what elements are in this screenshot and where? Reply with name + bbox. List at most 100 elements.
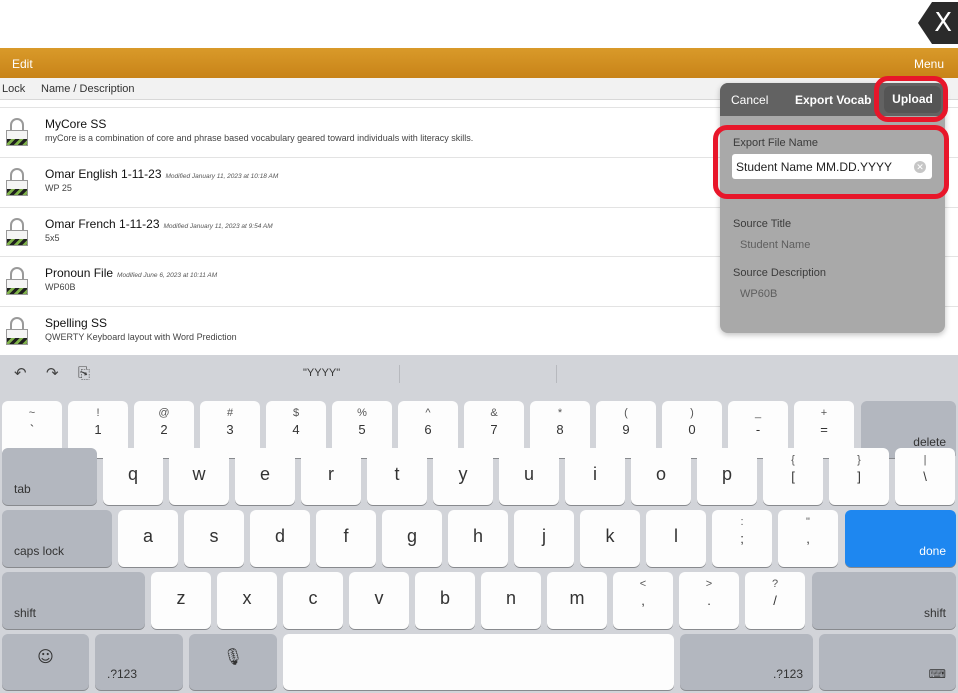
key-shift-label: ^: [425, 407, 431, 419]
key-symbol[interactable]: ? /: [745, 572, 805, 629]
key-v[interactable]: v: [349, 572, 409, 629]
key-label: h: [472, 526, 483, 546]
key-label: z: [176, 588, 186, 608]
numbers-key-right[interactable]: .?123: [680, 634, 813, 690]
key-z[interactable]: z: [151, 572, 211, 629]
key-i[interactable]: i: [565, 448, 625, 505]
item-description: myCore is a combination of core and phra…: [45, 133, 474, 143]
key-d[interactable]: d: [250, 510, 310, 567]
item-description: QWERTY Keyboard layout with Word Predict…: [45, 332, 237, 342]
key-b[interactable]: b: [415, 572, 475, 629]
on-screen-keyboard: ↶ ↷ ⎘ "YYYY" ~ `! 1 @2 #3 $4% 5 ^ 6 & 7 * 8 (9) 0 _ - + = d…: [0, 355, 958, 693]
tab-label: tab: [14, 482, 31, 496]
dictation-key[interactable]: 🎙: [189, 634, 277, 690]
key-label: ,: [806, 531, 810, 546]
edit-button[interactable]: Edit: [12, 57, 33, 71]
shift-left-key[interactable]: shift: [2, 572, 145, 629]
key-m[interactable]: m: [547, 572, 607, 629]
key-symbol[interactable]: :;: [712, 510, 772, 567]
lock-icon[interactable]: [6, 267, 28, 297]
done-key[interactable]: done: [845, 510, 956, 567]
suggestion-word[interactable]: "YYYY": [303, 367, 340, 379]
key-label: l: [674, 526, 678, 546]
key-label: x: [242, 588, 252, 608]
item-description: WP60B: [45, 282, 76, 292]
name-column-label: Name / Description: [41, 83, 135, 95]
key-shift-label: ?: [771, 578, 779, 590]
key-q[interactable]: q: [103, 448, 163, 505]
item-modified: Modified January 11, 2023 at 10:18 AM: [165, 173, 279, 180]
key-label: .: [707, 593, 711, 608]
key-u[interactable]: u: [499, 448, 559, 505]
key-w[interactable]: w: [169, 448, 229, 505]
key-l[interactable]: l: [646, 510, 706, 567]
key-label: o: [655, 464, 666, 484]
undo-icon[interactable]: ↶: [14, 364, 27, 382]
key-shift-label: *: [557, 407, 563, 419]
menu-button[interactable]: Menu: [914, 57, 944, 71]
item-title: Pronoun File: [45, 266, 114, 280]
key-g[interactable]: g: [382, 510, 442, 567]
paste-icon[interactable]: ⎘: [78, 364, 90, 382]
popover-title: Export Vocab: [795, 93, 872, 107]
key-label: 6: [424, 422, 432, 437]
hide-keyboard-key[interactable]: ⌨: [819, 634, 956, 690]
item-title: Spelling SS: [45, 316, 108, 330]
key-symbol[interactable]: >.: [679, 572, 739, 629]
key-label: 9: [622, 422, 630, 437]
key-label: n: [505, 588, 516, 608]
key-label: q: [127, 464, 138, 484]
key-symbol[interactable]: <,: [613, 572, 673, 629]
emoji-key[interactable]: ☺: [2, 634, 89, 690]
key-label: 8: [556, 422, 564, 437]
key-t[interactable]: t: [367, 448, 427, 505]
key-c[interactable]: c: [283, 572, 343, 629]
key-s[interactable]: s: [184, 510, 244, 567]
item-modified: Modified June 6, 2023 at 10:11 AM: [117, 272, 218, 279]
key-r[interactable]: r: [301, 448, 361, 505]
key-symbol[interactable]: ",: [778, 510, 838, 567]
key-symbol[interactable]: }]: [829, 448, 889, 505]
key-p[interactable]: p: [697, 448, 757, 505]
shift-right-key[interactable]: shift: [812, 572, 956, 629]
key-x[interactable]: x: [217, 572, 277, 629]
numbers-key-left[interactable]: .?123: [95, 634, 183, 690]
key-shift-label: &: [490, 407, 498, 419]
key-h[interactable]: h: [448, 510, 508, 567]
lock-icon[interactable]: [6, 218, 28, 248]
key-label: i: [593, 464, 597, 484]
key-f[interactable]: f: [316, 510, 376, 567]
caps-lock-key[interactable]: caps lock: [2, 510, 112, 567]
delete-label: delete: [913, 435, 946, 449]
key-y[interactable]: y: [433, 448, 493, 505]
lock-icon[interactable]: [6, 317, 28, 347]
source-title-label: Source Title: [733, 218, 792, 230]
key-shift-label: @: [158, 407, 170, 419]
lock-icon[interactable]: [6, 168, 28, 198]
cancel-button[interactable]: Cancel: [731, 93, 768, 107]
key-o[interactable]: o: [631, 448, 691, 505]
key-j[interactable]: j: [514, 510, 574, 567]
key-shift-label: }: [857, 454, 861, 466]
key-e[interactable]: e: [235, 448, 295, 505]
key-shift-label: ): [690, 407, 694, 419]
redo-icon[interactable]: ↷: [46, 364, 59, 382]
key-symbol[interactable]: {[: [763, 448, 823, 505]
lock-icon[interactable]: [6, 118, 28, 148]
key-k[interactable]: k: [580, 510, 640, 567]
upload-highlight: [874, 76, 948, 122]
space-key[interactable]: [283, 634, 674, 690]
key-label: c: [308, 588, 318, 608]
suggestion-divider: [399, 365, 400, 383]
key-a[interactable]: a: [118, 510, 178, 567]
nav-bar: Edit Menu: [0, 48, 958, 78]
keyboard-hide-icon: ⌨: [928, 667, 946, 681]
tab-key[interactable]: tab: [2, 448, 97, 505]
key-label: k: [605, 526, 615, 546]
key-shift-label: ": [806, 516, 810, 528]
key-label: v: [374, 588, 384, 608]
key-shift-label: >: [705, 578, 713, 590]
top-strip: [0, 0, 958, 48]
key-n[interactable]: n: [481, 572, 541, 629]
key-symbol[interactable]: | \: [895, 448, 955, 505]
